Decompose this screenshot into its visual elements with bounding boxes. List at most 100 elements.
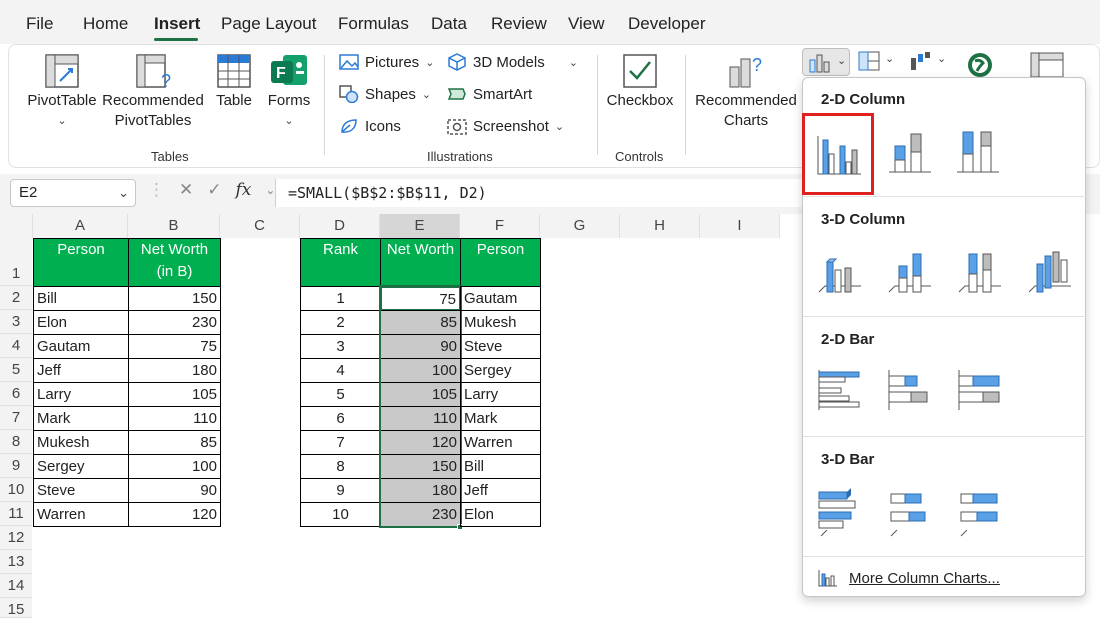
header-person[interactable]: Person bbox=[33, 238, 129, 287]
select-all-corner[interactable] bbox=[0, 214, 33, 238]
table-cell-net-worth-selected[interactable]: 105 bbox=[380, 382, 461, 407]
row-header[interactable]: 1 bbox=[0, 238, 32, 286]
table-cell-person[interactable]: Steve bbox=[33, 478, 129, 503]
table-cell-person[interactable]: Mark bbox=[460, 406, 541, 431]
row-header[interactable]: 11 bbox=[0, 502, 32, 526]
row-header[interactable]: 14 bbox=[0, 574, 32, 598]
column-header-c[interactable]: C bbox=[220, 214, 300, 238]
table-cell-person[interactable]: Elon bbox=[33, 310, 129, 335]
clustered-column-option[interactable] bbox=[802, 113, 874, 195]
table-cell-person[interactable]: Jeff bbox=[460, 478, 541, 503]
row-header[interactable]: 8 bbox=[0, 430, 32, 454]
cancel-icon[interactable]: ✕ bbox=[179, 180, 193, 200]
row-header[interactable]: 15 bbox=[0, 598, 32, 618]
row-header[interactable]: 3 bbox=[0, 310, 32, 334]
insert-function-icon[interactable]: fx bbox=[236, 180, 252, 200]
table-cell-net-worth[interactable]: 100 bbox=[128, 454, 221, 479]
table-cell-rank[interactable]: 3 bbox=[300, 334, 381, 359]
row-header[interactable]: 7 bbox=[0, 406, 32, 430]
stacked-bar-option[interactable] bbox=[887, 366, 933, 414]
more-column-charts-link[interactable]: More Column Charts... bbox=[817, 568, 1000, 588]
table-cell-net-worth-selected[interactable]: 90 bbox=[380, 334, 461, 359]
table-cell-person[interactable]: Mark bbox=[33, 406, 129, 431]
table-cell-person[interactable]: Warren bbox=[33, 502, 129, 527]
table-cell-net-worth[interactable]: 90 bbox=[128, 478, 221, 503]
3d-100-stacked-bar-option[interactable] bbox=[957, 486, 1003, 538]
table-cell-person[interactable]: Sergey bbox=[460, 358, 541, 383]
tab-page-layout[interactable]: Page Layout bbox=[221, 14, 316, 34]
table-cell-person[interactable]: Gautam bbox=[33, 334, 129, 359]
column-header-b[interactable]: B bbox=[128, 214, 220, 238]
100-stacked-bar-option[interactable] bbox=[957, 366, 1003, 414]
column-header-f[interactable]: F bbox=[460, 214, 540, 238]
pivottable-button[interactable]: PivotTable ⌄ bbox=[23, 53, 101, 131]
3d-clustered-bar-option[interactable] bbox=[817, 486, 863, 538]
table-cell-rank[interactable]: 4 bbox=[300, 358, 381, 383]
table-cell-person[interactable]: Jeff bbox=[33, 358, 129, 383]
tab-review[interactable]: Review bbox=[491, 14, 547, 34]
column-chart-button[interactable]: ⌄ bbox=[802, 48, 850, 76]
3d-stacked-bar-option[interactable] bbox=[887, 486, 933, 538]
maps-button[interactable] bbox=[965, 51, 1001, 79]
table-cell-rank[interactable]: 2 bbox=[300, 310, 381, 335]
column-header-h[interactable]: H bbox=[620, 214, 700, 238]
table-cell-net-worth[interactable]: 180 bbox=[128, 358, 221, 383]
header-net-worth-2[interactable]: Net Worth bbox=[380, 238, 461, 287]
column-header-d[interactable]: D bbox=[300, 214, 380, 238]
table-cell-person[interactable]: Steve bbox=[460, 334, 541, 359]
table-cell-net-worth-selected[interactable]: 150 bbox=[380, 454, 461, 479]
table-cell-rank[interactable]: 7 bbox=[300, 430, 381, 455]
3d-stacked-column-option[interactable] bbox=[887, 246, 933, 298]
table-cell-net-worth[interactable]: 105 bbox=[128, 382, 221, 407]
row-header[interactable]: 2 bbox=[0, 286, 32, 310]
header-rank[interactable]: Rank bbox=[300, 238, 381, 287]
table-cell-person[interactable]: Mukesh bbox=[33, 430, 129, 455]
row-header[interactable]: 9 bbox=[0, 454, 32, 478]
table-cell-rank[interactable]: 5 bbox=[300, 382, 381, 407]
recommended-pivottables-button[interactable]: ? Recommended PivotTables bbox=[101, 53, 205, 131]
3d-models-button[interactable]: 3D Models ⌄ bbox=[447, 53, 578, 71]
table-cell-net-worth[interactable]: 120 bbox=[128, 502, 221, 527]
row-header[interactable]: 4 bbox=[0, 334, 32, 358]
table-cell-person[interactable]: Bill bbox=[33, 286, 129, 311]
table-cell-net-worth[interactable]: 75 bbox=[128, 334, 221, 359]
table-cell-net-worth-selected[interactable]: 230 bbox=[380, 502, 461, 527]
column-header-g[interactable]: G bbox=[540, 214, 620, 238]
table-cell-person[interactable]: Larry bbox=[33, 382, 129, 407]
3d-100-stacked-column-option[interactable] bbox=[957, 246, 1003, 298]
row-header[interactable]: 13 bbox=[0, 550, 32, 574]
table-cell-net-worth-selected[interactable]: 85 bbox=[380, 310, 461, 335]
row-header[interactable]: 12 bbox=[0, 526, 32, 550]
table-cell-net-worth[interactable]: 150 bbox=[128, 286, 221, 311]
formula-input[interactable]: =SMALL($B$2:$B$11, D2) bbox=[275, 179, 805, 207]
icons-button[interactable]: Icons bbox=[339, 117, 401, 135]
table-cell-net-worth[interactable]: 85 bbox=[128, 430, 221, 455]
waterfall-chart-button[interactable]: ⌄ bbox=[909, 50, 949, 76]
pictures-button[interactable]: Pictures ⌄ bbox=[339, 53, 434, 71]
tab-data[interactable]: Data bbox=[431, 14, 467, 34]
table-cell-net-worth-selected[interactable]: 100 bbox=[380, 358, 461, 383]
recommended-charts-button[interactable]: ? Recommended Charts bbox=[693, 53, 799, 131]
table-button[interactable]: Table bbox=[209, 53, 259, 111]
table-cell-net-worth-selected[interactable]: 120 bbox=[380, 430, 461, 455]
3d-column-option[interactable] bbox=[1027, 246, 1073, 298]
table-cell-person[interactable]: Larry bbox=[460, 382, 541, 407]
column-header-i[interactable]: I bbox=[700, 214, 780, 238]
shapes-button[interactable]: Shapes ⌄ bbox=[339, 85, 431, 103]
table-cell-person[interactable]: Sergey bbox=[33, 454, 129, 479]
table-cell-rank[interactable]: 10 bbox=[300, 502, 381, 527]
tab-developer[interactable]: Developer bbox=[628, 14, 706, 34]
tab-home[interactable]: Home bbox=[83, 14, 128, 34]
table-cell-net-worth-active[interactable]: 75 bbox=[380, 286, 461, 311]
hierarchy-chart-button[interactable]: ⌄ bbox=[857, 50, 897, 76]
row-header[interactable]: 6 bbox=[0, 382, 32, 406]
column-header-e[interactable]: E bbox=[380, 214, 460, 238]
header-person-2[interactable]: Person bbox=[460, 238, 541, 287]
table-cell-person[interactable]: Warren bbox=[460, 430, 541, 455]
forms-button[interactable]: F Forms ⌄ bbox=[263, 53, 315, 131]
table-cell-person[interactable]: Elon bbox=[460, 502, 541, 527]
table-cell-net-worth-selected[interactable]: 180 bbox=[380, 478, 461, 503]
row-header[interactable]: 5 bbox=[0, 358, 32, 382]
screenshot-button[interactable]: Screenshot ⌄ bbox=[447, 117, 564, 135]
stacked-column-option[interactable] bbox=[887, 126, 933, 176]
